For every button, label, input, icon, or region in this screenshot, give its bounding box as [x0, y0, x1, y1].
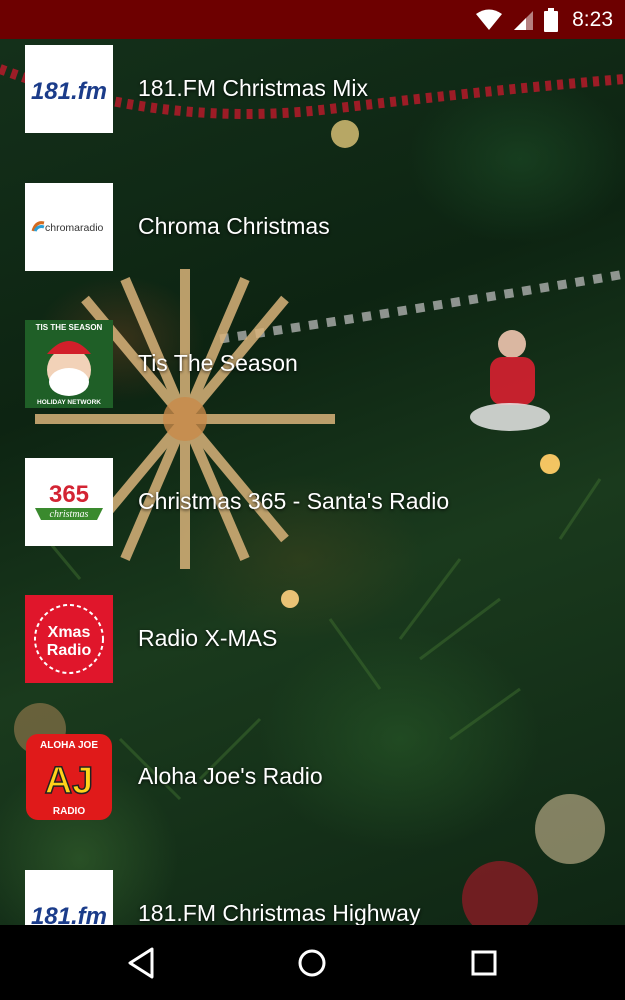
home-icon: [298, 949, 326, 977]
home-button[interactable]: [292, 943, 332, 983]
logo-toptext: ALOHA JOE: [40, 740, 98, 751]
christmas-365-logo: 365 christmas: [25, 458, 113, 546]
station-title: 181.FM Christmas Mix: [138, 75, 369, 101]
wifi-icon: [476, 9, 503, 30]
station-row[interactable]: 181.fm 181.FM Christmas Mix: [0, 45, 625, 133]
aloha-joe-logo: ALOHA JOE AJ RADIO: [25, 733, 113, 821]
back-icon: [128, 947, 154, 979]
tis-the-season-logo: TIS THE SEASON HOLIDAY NETWORK: [25, 320, 113, 408]
station-title: 181.FM Christmas Highway: [138, 900, 421, 925]
cell-signal-icon: [514, 10, 534, 30]
station-title: Christmas 365 - Santa's Radio: [138, 488, 450, 514]
station-title: Radio X-MAS: [138, 625, 278, 651]
station-list[interactable]: 181.fm 181.FM Christmas Mix chromaradio …: [0, 39, 625, 925]
status-time: 8:23: [572, 7, 613, 31]
station-row[interactable]: Xmas Radio Radio X-MAS: [0, 595, 625, 683]
logo-text: 365: [49, 481, 89, 508]
181fm-logo: 181.fm: [25, 45, 113, 133]
logo-text: chromaradio: [45, 222, 104, 234]
station-row[interactable]: ALOHA JOE AJ RADIO Aloha Joe's Radio: [0, 733, 625, 821]
station-row[interactable]: TIS THE SEASON HOLIDAY NETWORK Tis The S…: [0, 320, 625, 408]
logo-subtext: Radio: [47, 642, 92, 659]
recents-button[interactable]: [464, 943, 504, 983]
logo-text: 181.fm: [31, 903, 107, 925]
station-row[interactable]: 181.fm 181.FM Christmas Highway: [0, 870, 625, 925]
back-button[interactable]: [122, 943, 162, 983]
station-title: Aloha Joe's Radio: [138, 763, 323, 789]
status-icons: 8:23: [476, 0, 613, 39]
logo-text: AJ: [45, 760, 94, 802]
station-title: Chroma Christmas: [138, 213, 330, 239]
logo-text: TIS THE SEASON: [36, 323, 103, 332]
logo-subtext: christmas: [50, 509, 89, 520]
recents-icon: [471, 950, 497, 976]
station-title: Tis The Season: [138, 350, 298, 376]
navigation-bar: [0, 925, 625, 1000]
chroma-radio-logo: chromaradio: [25, 183, 113, 271]
181fm-logo: 181.fm: [25, 870, 113, 925]
logo-subtext: RADIO: [53, 806, 85, 817]
logo-text: Xmas: [48, 624, 91, 641]
logo-subtext: HOLIDAY NETWORK: [37, 399, 101, 406]
xmas-radio-logo: Xmas Radio: [25, 595, 113, 683]
battery-icon: [544, 7, 559, 32]
station-row[interactable]: 365 christmas Christmas 365 - Santa's Ra…: [0, 458, 625, 546]
status-bar: 8:23: [0, 0, 625, 39]
logo-text: 181.fm: [31, 78, 107, 105]
station-row[interactable]: chromaradio Chroma Christmas: [0, 183, 625, 271]
